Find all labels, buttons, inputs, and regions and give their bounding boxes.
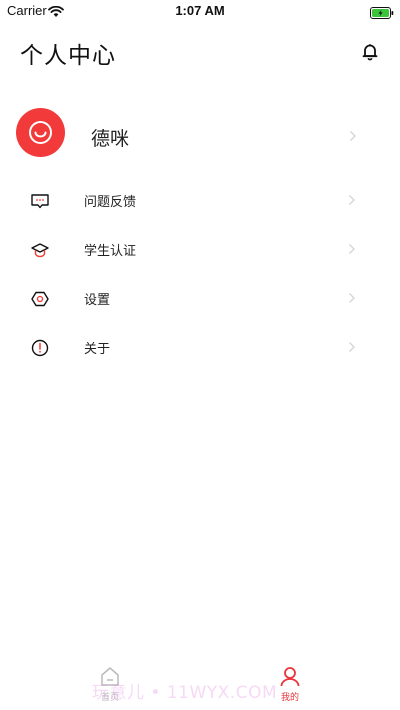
menu-item-label: 问题反馈 (84, 195, 137, 210)
chevron-right-icon (349, 342, 355, 352)
menu-item-feedback[interactable]: 问题反馈 (0, 178, 400, 222)
chevron-right-icon (349, 244, 355, 254)
watermark: 玩意儿 • 11WYX.COM (92, 683, 278, 703)
menu-item-settings[interactable]: 设置 (0, 276, 400, 320)
notification-bell-icon[interactable] (360, 42, 380, 62)
username: 德咪 (91, 128, 130, 150)
menu-item-label: 关于 (84, 342, 111, 357)
settings-hexagon-icon (31, 291, 49, 307)
menu-item-label: 设置 (84, 293, 111, 308)
feedback-chat-icon (31, 194, 49, 209)
menu-item-label: 学生认证 (84, 244, 137, 259)
battery-icon (370, 4, 394, 23)
profile-row[interactable]: 德咪 (0, 106, 400, 162)
page-title: 个人中心 (20, 43, 116, 69)
chevron-right-icon (349, 293, 355, 303)
smile-face-icon (29, 121, 52, 144)
info-exclamation-icon (31, 339, 49, 357)
chevron-right-icon (350, 131, 356, 141)
menu-item-student-verification[interactable]: 学生认证 (0, 227, 400, 271)
status-time: 1:07 AM (175, 3, 225, 18)
status-bar: Carrier 1:07 AM (0, 0, 400, 22)
avatar (16, 108, 65, 157)
chevron-right-icon (349, 195, 355, 205)
person-icon (280, 667, 300, 687)
menu-item-about[interactable]: 关于 (0, 325, 400, 369)
graduation-cap-icon (31, 243, 49, 258)
